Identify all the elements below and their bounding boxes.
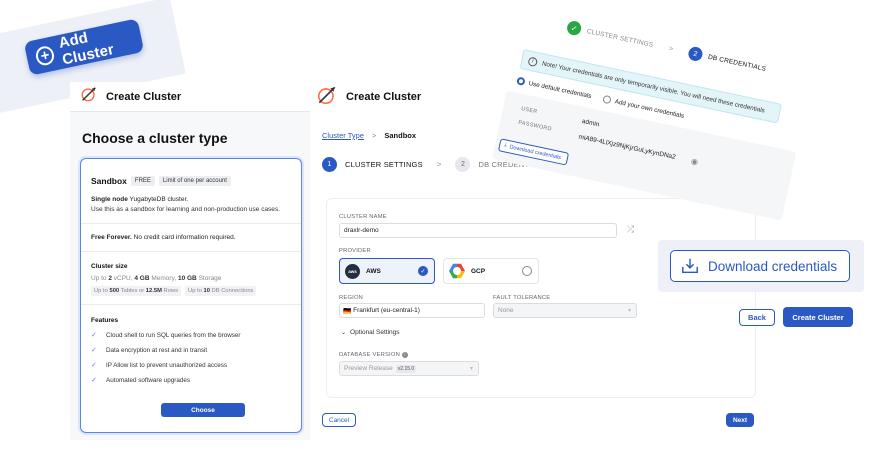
breadcrumb: Cluster Type > Sandbox (322, 131, 416, 140)
user-key: USER (520, 105, 538, 116)
region-label: REGION (339, 295, 364, 301)
chevron-down-icon: ⌄ (341, 330, 347, 336)
provider-label: PROVIDER (339, 248, 371, 254)
features-title: Features (91, 317, 119, 324)
gcp-radio[interactable] (522, 266, 532, 276)
region-select[interactable]: 🇩🇪 Frankfurt (eu-central-1) (339, 303, 485, 318)
provider-aws-label: AWS (366, 267, 381, 275)
password-key: PASSWORD (517, 119, 553, 133)
back-button[interactable]: Back (739, 309, 775, 326)
step-separator: > (436, 160, 442, 169)
breadcrumb-separator: > (371, 131, 377, 140)
database-version-value: Preview Release (344, 365, 393, 372)
cluster-size-title: Cluster size (91, 263, 128, 270)
download-credentials-label: Download credentials (708, 258, 838, 274)
download-credentials-button[interactable]: Download credentials (670, 250, 850, 282)
cancel-button[interactable]: Cancel (322, 413, 356, 427)
feature-item: ✓ Data encryption at rest and in transit (91, 346, 208, 355)
download-credentials-small-button[interactable]: ⤓ Download credentials (497, 138, 570, 166)
choose-cluster-type-panel: Create Cluster Choose a cluster type San… (70, 82, 310, 440)
eye-icon[interactable]: ◉ (690, 156, 699, 166)
chevron-down-icon: ▾ (627, 308, 631, 314)
rocket-icon (80, 85, 98, 108)
check-icon: ✓ (418, 266, 428, 276)
database-version-select[interactable]: Preview Release v2.15.0 ▾ (339, 361, 479, 376)
left-header: Create Cluster (70, 82, 310, 112)
check-icon: ✓ (91, 332, 97, 339)
download-credentials-small-label: Download credentials (508, 143, 562, 161)
step-separator: > (668, 45, 674, 54)
feature-item: ✓ Automated software upgrades (91, 376, 191, 385)
info-icon: i (401, 352, 408, 358)
sandbox-description: Single node YugabyteDB cluster. (91, 196, 189, 203)
connections-chip: Up to 10 DB Connections (185, 286, 257, 296)
free-forever-text: Free Forever. No credit card information… (91, 234, 236, 241)
breadcrumb-current: Sandbox (384, 131, 417, 140)
left-header-title: Create Cluster (106, 90, 182, 103)
download-icon: ⤓ (503, 142, 508, 149)
center-header-title: Create Cluster (346, 91, 422, 103)
next-button[interactable]: Next (726, 413, 754, 427)
fault-tolerance-label: FAULT TOLERANCE (493, 295, 551, 301)
check-icon: ✓ (91, 362, 97, 369)
aws-logo-icon: aws (345, 263, 360, 279)
cluster-size-specs: Up to 2 vCPU, 4 GB Memory, 10 GB Storage (91, 275, 222, 282)
free-tag: FREE (130, 176, 155, 186)
database-version-label: DATABASE VERSION i (339, 352, 408, 358)
sandbox-title: Sandbox (91, 176, 127, 186)
info-icon: i (527, 55, 539, 67)
region-value: Frankfurt (eu-central-1) (353, 307, 420, 314)
sandbox-usecase: Use this as a sandbox for learning and n… (91, 206, 280, 213)
divider (81, 304, 301, 305)
plus-icon: + (34, 44, 56, 67)
limit-tag: Limit of one per account (158, 176, 231, 186)
step-1-label: CLUSTER SETTINGS (345, 160, 423, 169)
provider-gcp-label: GCP (471, 267, 486, 275)
fault-tolerance-select[interactable]: None ▾ (493, 303, 637, 318)
step-db-credentials: 2 DB CREDENTIALS (687, 45, 767, 76)
check-icon: ✓ (91, 377, 97, 384)
optional-settings-toggle[interactable]: ⌄ Optional Settings (341, 329, 400, 336)
flag-icon: 🇩🇪 (343, 307, 352, 315)
check-icon: ✓ (565, 19, 583, 37)
step-2-number: 2 (687, 45, 704, 63)
shuffle-icon[interactable]: ⤮ (627, 224, 634, 235)
version-tag: v2.15.0 (395, 364, 417, 373)
fault-tolerance-value: None (498, 307, 514, 314)
sandbox-card[interactable]: Sandbox FREE Limit of one per account Si… (80, 158, 302, 433)
breadcrumb-cluster-type[interactable]: Cluster Type (322, 131, 364, 140)
feature-item: ✓ Cloud shell to run SQL queries from the… (91, 331, 241, 340)
user-value: admin (581, 117, 601, 129)
cluster-name-label: CLUSTER NAME (339, 214, 387, 220)
gcp-logo-icon (449, 263, 465, 279)
own-credentials-radio[interactable] (602, 94, 612, 105)
check-icon: ✓ (91, 347, 97, 354)
feature-item: ✓ IP Allow list to prevent unauthorized a… (91, 361, 227, 370)
rocket-icon (316, 84, 338, 111)
divider (81, 251, 301, 252)
create-cluster-button[interactable]: Create Cluster (783, 307, 853, 327)
step-1-number: 1 (322, 157, 337, 172)
cluster-name-input[interactable]: draxlr-demo (339, 223, 617, 238)
choose-heading: Choose a cluster type (82, 130, 228, 146)
chevron-down-icon: ▾ (469, 366, 473, 372)
choose-button[interactable]: Choose (161, 403, 245, 417)
step-cluster-settings: ✓ CLUSTER SETTINGS (565, 19, 655, 52)
download-icon (681, 257, 699, 275)
step-1-label: CLUSTER SETTINGS (586, 27, 654, 49)
step-2-number: 2 (455, 157, 471, 172)
step-2-label: DB CREDENTIALS (707, 53, 767, 73)
tables-rows-chip: Up to 500 Tables or 12.5M Rows (91, 286, 182, 296)
optional-settings-label: Optional Settings (350, 329, 400, 336)
password-value: miA89-4LlXjz9NjKjrGuLyKynDNa2 (577, 133, 677, 161)
default-credentials-radio[interactable] (516, 76, 526, 87)
